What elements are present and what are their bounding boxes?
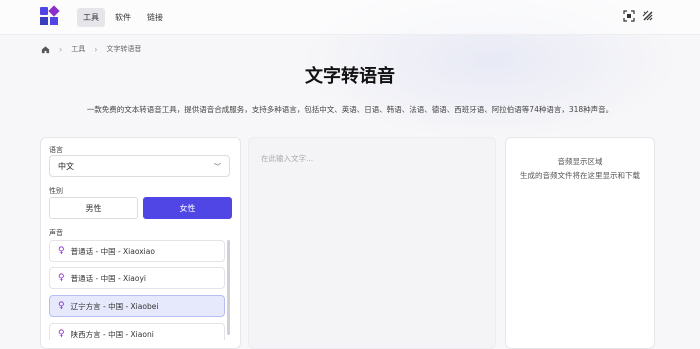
language-label: 语言 [49, 146, 63, 154]
scan-icon[interactable] [623, 10, 635, 22]
audio-area-title: 音频显示区域 [557, 157, 603, 166]
language-value: 中文 [58, 161, 74, 171]
chevron-right-icon: › [94, 44, 98, 54]
nav-links[interactable]: 链接 [141, 8, 169, 27]
audio-panel: 音频显示区域 生成的音频文件将在这里显示和下载 [505, 137, 655, 349]
voice-list-scrollbar[interactable] [227, 240, 230, 335]
voice-option-label: 普通话 - 中国 - Xiaoxiao [70, 246, 155, 256]
top-navbar: 工具 软件 链接 [0, 0, 700, 35]
home-icon[interactable] [41, 45, 50, 54]
nav-software[interactable]: 软件 [109, 8, 137, 27]
voice-option[interactable]: ♀ 普通话 - 中国 - Xiaoyi [49, 267, 225, 289]
female-symbol-icon: ♀ [58, 273, 65, 283]
logo-icon[interactable] [40, 5, 60, 25]
breadcrumb-tools[interactable]: 工具 [71, 44, 85, 54]
voice-option-selected[interactable]: ♀ 辽宁方言 - 中国 - Xiaobei [49, 295, 225, 317]
main-nav: 工具 软件 链接 [77, 8, 169, 27]
page-description: 一款免费的文本转语音工具，提供语音合成服务，支持多种语言，包括中文、英语、日语、… [86, 105, 614, 114]
theme-toggle-icon[interactable] [642, 10, 654, 22]
voice-label: 声音 [49, 229, 63, 237]
gender-label: 性别 [49, 187, 63, 195]
settings-panel: 语言 中文 ﹀ 性别 男性 女性 声音 ♀ 普通话 - 中国 - Xiaoxia… [40, 137, 241, 349]
voice-option-label: 辽宁方言 - 中国 - Xiaobei [70, 301, 159, 311]
gender-male-button[interactable]: 男性 [49, 197, 138, 219]
voice-option[interactable]: ♀ 普通话 - 中国 - Xiaoxiao [49, 240, 225, 262]
voice-list: ♀ 普通话 - 中国 - Xiaoxiao ♀ 普通话 - 中国 - Xiaoy… [49, 240, 230, 340]
audio-area-hint: 生成的音频文件将在这里显示和下载 [520, 171, 640, 180]
breadcrumb: › 工具 › 文字转语音 [41, 44, 141, 54]
voice-option[interactable]: ♀ 陕西方言 - 中国 - Xiaoni [49, 323, 225, 340]
breadcrumb-current: 文字转语音 [106, 45, 142, 53]
voice-option-label: 陕西方言 - 中国 - Xiaoni [70, 329, 154, 339]
chevron-down-icon: ﹀ [214, 163, 221, 171]
chevron-right-icon: › [59, 44, 63, 54]
female-symbol-icon: ♀ [58, 301, 65, 311]
female-symbol-icon: ♀ [58, 329, 65, 339]
page-title: 文字转语音 [305, 66, 395, 87]
language-select[interactable]: 中文 ﹀ [49, 155, 230, 177]
gender-female-button[interactable]: 女性 [143, 197, 232, 219]
text-input-placeholder: 在此输入文字... [261, 154, 314, 163]
female-symbol-icon: ♀ [58, 246, 65, 256]
text-input[interactable]: 在此输入文字... [248, 137, 496, 349]
nav-tools[interactable]: 工具 [77, 8, 105, 27]
voice-option-label: 普通话 - 中国 - Xiaoyi [70, 273, 146, 283]
